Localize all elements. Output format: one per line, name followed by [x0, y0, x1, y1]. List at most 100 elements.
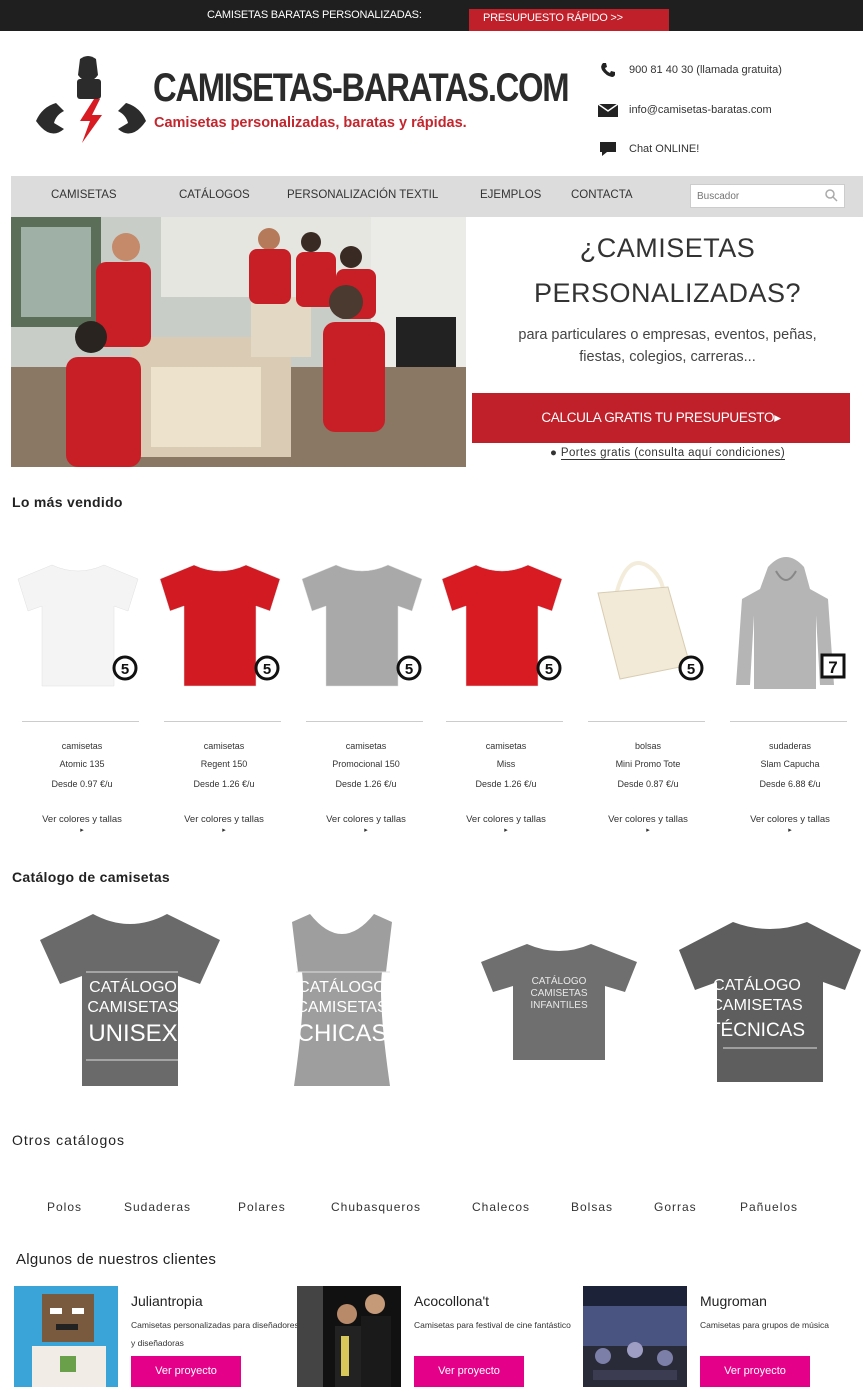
view-project-button[interactable]: Ver proyecto: [414, 1356, 524, 1387]
phone-number: 900 81 40 30 (llamada gratuita): [629, 64, 782, 76]
other-catalog-sudaderas[interactable]: Sudaderas: [124, 1200, 191, 1214]
hero-title-line1: ¿CAMISETAS: [579, 233, 756, 263]
product-image[interactable]: 5: [436, 545, 566, 695]
info-bullet-icon: ●: [549, 447, 558, 459]
catalog-chicas[interactable]: CATÁLOGO CAMISETAS CHICAS: [282, 912, 402, 1088]
client-photo[interactable]: [297, 1286, 401, 1387]
product-image[interactable]: 5: [578, 545, 708, 695]
product-category: bolsas: [634, 741, 661, 751]
svg-text:5: 5: [545, 661, 553, 678]
catalog-infantiles[interactable]: CATÁLOGO CAMISETAS INFANTILES: [481, 942, 637, 1062]
other-catalog-panuelos[interactable]: Pañuelos: [740, 1200, 798, 1214]
svg-text:5: 5: [121, 661, 129, 678]
catalog-tecnicas[interactable]: CATÁLOGO CAMISETAS TÉCNICAS: [679, 920, 861, 1082]
product-category: camisetas: [485, 741, 527, 751]
svg-text:7: 7: [828, 658, 837, 677]
nav-item-personalizacion[interactable]: PERSONALIZACIÓN TEXTIL: [287, 189, 438, 201]
product-card[interactable]: 5 bolsas Mini Promo Tote Desde 0.87 €/u Ver …: [578, 545, 708, 845]
catalog-unisex-line2: CAMISETAS: [87, 999, 179, 1016]
view-colors-label: Ver colores y tallas: [184, 814, 264, 825]
quote-button[interactable]: CALCULA GRATIS TU PRESUPUESTO▸: [472, 393, 850, 443]
product-card[interactable]: 5 camisetas Miss Desde 1.26 €/u Ver colores …: [436, 545, 566, 845]
view-colors-label: Ver colores y tallas: [608, 814, 688, 825]
other-catalog-polos[interactable]: Polos: [47, 1200, 82, 1214]
contact-email[interactable]: info@camisetas-baratas.com: [598, 102, 772, 118]
client-photo[interactable]: [583, 1286, 687, 1387]
svg-text:5: 5: [405, 661, 413, 678]
contact-phone[interactable]: 900 81 40 30 (llamada gratuita): [598, 62, 782, 78]
product-category: camisetas: [61, 741, 103, 751]
catalog-tecnicas-line2: CAMISETAS: [711, 997, 803, 1014]
bestsellers-title: Lo más vendido: [12, 494, 123, 510]
view-project-button[interactable]: Ver proyecto: [131, 1356, 241, 1387]
catalog-tecnicas-line3: TÉCNICAS: [708, 1020, 806, 1041]
view-colors-label: Ver colores y tallas: [750, 814, 830, 825]
product-name: Mini Promo Tote: [615, 759, 681, 769]
product-card[interactable]: 7 sudaderas Slam Capucha Desde 6.88 €/u Ver …: [720, 545, 850, 845]
nav-item-camisetas[interactable]: CAMISETAS: [51, 189, 117, 201]
product-name: Miss: [496, 759, 516, 769]
catalog-chicas-line1: CATÁLOGO: [298, 979, 386, 996]
shipping-link[interactable]: Portes gratis (consulta aquí condiciones…: [560, 447, 786, 460]
contact-chat[interactable]: Chat ONLINE!: [598, 141, 699, 157]
hero-subtitle-line2: fiestas, colegios, carreras...: [579, 349, 756, 365]
product-divider: [588, 721, 705, 722]
svg-text:5: 5: [687, 661, 695, 678]
product-divider: [164, 721, 281, 722]
brand-title[interactable]: CAMISETAS-BARATAS.COM: [153, 66, 570, 111]
view-colors-sizes-link[interactable]: Ver colores y tallas ▸: [154, 814, 294, 836]
arrow-right-icon: ▸: [80, 827, 84, 834]
quick-quote-link[interactable]: PRESUPUESTO RÁPIDO >>: [469, 9, 669, 31]
view-colors-sizes-link[interactable]: Ver colores y tallas ▸: [720, 814, 860, 836]
view-project-button[interactable]: Ver proyecto: [700, 1356, 810, 1387]
product-card[interactable]: 5 camisetas Regent 150 Desde 1.26 €/u Ver co…: [154, 545, 284, 845]
nav-item-catalogos[interactable]: CATÁLOGOS: [179, 189, 250, 201]
product-image[interactable]: 5: [296, 545, 426, 695]
view-colors-sizes-link[interactable]: Ver colores y tallas ▸: [12, 814, 152, 836]
nav-item-ejemplos[interactable]: EJEMPLOS: [480, 189, 541, 201]
hero-photo: [11, 217, 466, 467]
hero-subtitle-line1: para particulares o empresas, eventos, p…: [518, 327, 817, 343]
phone-icon: [598, 62, 618, 78]
hero-title: ¿CAMISETAS PERSONALIZADAS?: [472, 226, 863, 316]
catalog-infantiles-line1: CATÁLOGO: [531, 976, 587, 987]
product-name: Atomic 135: [59, 759, 105, 769]
product-divider: [306, 721, 423, 722]
product-price: Desde 1.26 €/u: [193, 779, 255, 789]
nav-item-contacta[interactable]: CONTACTA: [571, 189, 633, 201]
other-catalog-gorras[interactable]: Gorras: [654, 1200, 697, 1214]
product-price: Desde 0.87 €/u: [617, 779, 679, 789]
view-colors-sizes-link[interactable]: Ver colores y tallas ▸: [578, 814, 718, 836]
chat-icon: [598, 141, 618, 157]
arrow-right-icon: ▸: [788, 827, 792, 834]
other-catalogs-title: Otros catálogos: [12, 1132, 126, 1148]
other-catalog-chubasqueros[interactable]: Chubasqueros: [331, 1200, 421, 1214]
logo-icon[interactable]: [36, 55, 146, 147]
product-image[interactable]: 5: [154, 545, 284, 695]
arrow-right-icon: ▸: [646, 827, 650, 834]
product-image[interactable]: 7: [720, 545, 850, 695]
client-photo[interactable]: [14, 1286, 118, 1387]
arrow-right-icon: ▸: [364, 827, 368, 834]
product-divider: [446, 721, 563, 722]
catalog-unisex[interactable]: CATÁLOGO CAMISETAS UNISEX: [38, 912, 222, 1088]
search-input[interactable]: [691, 185, 811, 207]
svg-text:5: 5: [263, 661, 271, 678]
other-catalog-bolsas[interactable]: Bolsas: [571, 1200, 613, 1214]
catalog-chicas-line3: CHICAS: [296, 1020, 388, 1047]
other-catalog-chalecos[interactable]: Chalecos: [472, 1200, 530, 1214]
view-colors-sizes-link[interactable]: Ver colores y tallas ▸: [296, 814, 436, 836]
product-card[interactable]: 5 camisetas Atomic 135 Desde 0.97 €/u Ver co…: [12, 545, 142, 845]
delivery-days-badge-icon: 5: [536, 655, 562, 681]
search-icon[interactable]: [825, 189, 838, 207]
product-price: Desde 1.26 €/u: [335, 779, 397, 789]
arrow-right-icon: ▸: [504, 827, 508, 834]
product-card[interactable]: 5 camisetas Promocional 150 Desde 1.26 €/u V…: [296, 545, 426, 845]
product-image[interactable]: 5: [12, 545, 142, 695]
other-catalog-polares[interactable]: Polares: [238, 1200, 286, 1214]
clients-title: Algunos de nuestros clientes: [16, 1251, 217, 1268]
product-price: Desde 0.97 €/u: [51, 779, 113, 789]
product-category: sudaderas: [768, 741, 812, 751]
delivery-days-badge-icon: 5: [254, 655, 280, 681]
view-colors-sizes-link[interactable]: Ver colores y tallas ▸: [436, 814, 576, 836]
